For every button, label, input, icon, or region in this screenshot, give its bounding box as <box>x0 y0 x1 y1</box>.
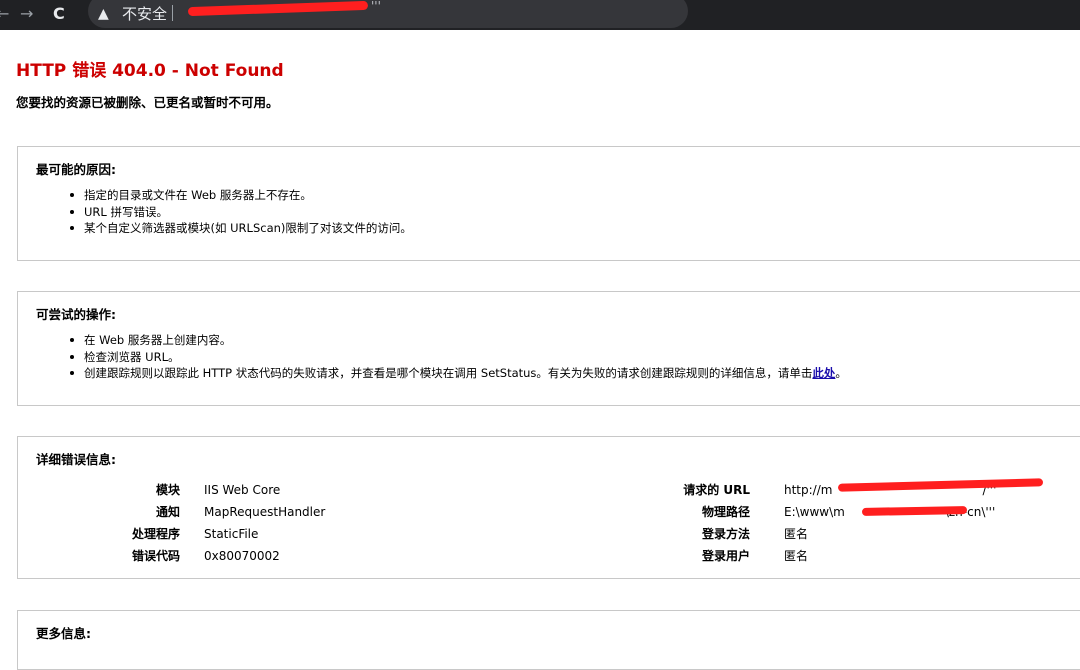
list-item-text: 指定的目录或文件在 Web 服务器上不存在。 <box>84 188 312 202</box>
detail-row: 通知 MapRequestHandler <box>18 501 325 523</box>
detail-label: 登录用户 <box>701 549 750 563</box>
detail-value: 0x80070002 <box>204 549 280 563</box>
arrow-forward-icon[interactable]: → <box>20 4 33 24</box>
address-bar[interactable]: ▲ 不安全 ''' <box>88 0 688 28</box>
list-item: 在 Web 服务器上创建内容。 <box>66 332 847 349</box>
causes-panel: 最可能的原因: 指定的目录或文件在 Web 服务器上不存在。 URL 拼写错误。… <box>17 146 1080 261</box>
list-item-text: 检查浏览器 URL。 <box>84 349 180 364</box>
detail-label: 处理程序 <box>131 527 180 541</box>
bullet-icon <box>70 193 74 197</box>
list-item: URL 拼写错误。 <box>66 204 412 221</box>
page-subtitle: 您要找的资源已被删除、已更名或暂时不可用。 <box>16 95 279 110</box>
details-left: 模块 IIS Web Core 通知 MapRequestHandler 处理程序 S… <box>18 479 325 567</box>
url-text[interactable]: ''' <box>371 0 381 13</box>
detail-value: 匿名 <box>784 527 809 541</box>
list-item-text: 创建跟踪规则以跟踪此 HTTP 状态代码的失败请求，并查看是哪个模块在调用 Se… <box>84 366 813 380</box>
help-link[interactable]: 此处 <box>812 366 835 380</box>
detail-value: StaticFile <box>204 527 259 541</box>
list-item-end: 。 <box>835 366 847 380</box>
list-item-text: URL 拼写错误。 <box>84 204 168 219</box>
detail-row: 模块 IIS Web Core <box>18 479 325 501</box>
list-item: 指定的目录或文件在 Web 服务器上不存在。 <box>66 187 412 204</box>
detail-value: MapRequestHandler <box>204 505 326 519</box>
causes-list: 指定的目录或文件在 Web 服务器上不存在。 URL 拼写错误。 某个自定义筛选… <box>66 187 412 237</box>
browser-toolbar: ← → C ▲ 不安全 ''' <box>0 0 1080 30</box>
list-item: 检查浏览器 URL。 <box>66 349 847 366</box>
detail-label: 请求的 URL <box>683 483 750 497</box>
detail-value-start: http://m <box>784 483 833 497</box>
page-title: HTTP 错误 404.0 - Not Found <box>16 61 284 81</box>
reload-icon[interactable]: C <box>53 4 65 24</box>
detail-label: 错误代码 <box>131 549 180 563</box>
more-info-panel: 更多信息: <box>17 610 1080 670</box>
actions-heading: 可尝试的操作: <box>36 307 116 322</box>
bullet-icon <box>70 338 74 342</box>
bullet-icon <box>70 209 74 214</box>
detail-row: 登录用户 匿名 <box>638 545 996 567</box>
list-item-text: 在 Web 服务器上创建内容。 <box>84 333 232 347</box>
arrow-back-icon[interactable]: ← <box>0 4 9 24</box>
detail-row: 处理程序 StaticFile <box>18 523 325 545</box>
actions-list: 在 Web 服务器上创建内容。 检查浏览器 URL。 创建跟踪规则以跟踪此 HT… <box>66 332 847 382</box>
more-info-heading: 更多信息: <box>36 626 91 641</box>
details-right: 请求的 URL http://m/''' 物理路径 E:\www\m \zh-cn\'… <box>638 479 996 567</box>
list-item: 某个自定义筛选器或模块(如 URLScan)限制了对该文件的访问。 <box>66 220 412 237</box>
detail-row: 登录方法 匿名 <box>638 523 996 545</box>
security-label[interactable]: 不安全 <box>122 5 167 23</box>
actions-panel: 可尝试的操作: 在 Web 服务器上创建内容。 检查浏览器 URL。 创建跟踪规… <box>17 291 1080 406</box>
list-item: 创建跟踪规则以跟踪此 HTTP 状态代码的失败请求，并查看是哪个模块在调用 Se… <box>66 365 847 382</box>
detail-label: 模块 <box>155 483 180 497</box>
detail-value: IIS Web Core <box>204 483 281 497</box>
url-redaction <box>187 0 369 17</box>
bullet-icon <box>70 354 74 359</box>
detail-value: 匿名 <box>784 549 809 563</box>
warning-icon[interactable]: ▲ <box>98 4 109 24</box>
bullet-icon <box>70 371 74 375</box>
detail-row: 错误代码 0x80070002 <box>18 545 325 567</box>
causes-heading: 最可能的原因: <box>36 162 116 177</box>
url-separator <box>172 5 173 21</box>
detail-value-start: E:\www\m <box>784 505 845 519</box>
details-heading: 详细错误信息: <box>36 452 116 467</box>
detail-label: 通知 <box>155 505 180 519</box>
bullet-icon <box>70 226 74 230</box>
detail-label: 物理路径 <box>701 505 750 519</box>
detail-label: 登录方法 <box>701 527 750 541</box>
list-item-text: 某个自定义筛选器或模块(如 URLScan)限制了对该文件的访问。 <box>84 221 412 235</box>
